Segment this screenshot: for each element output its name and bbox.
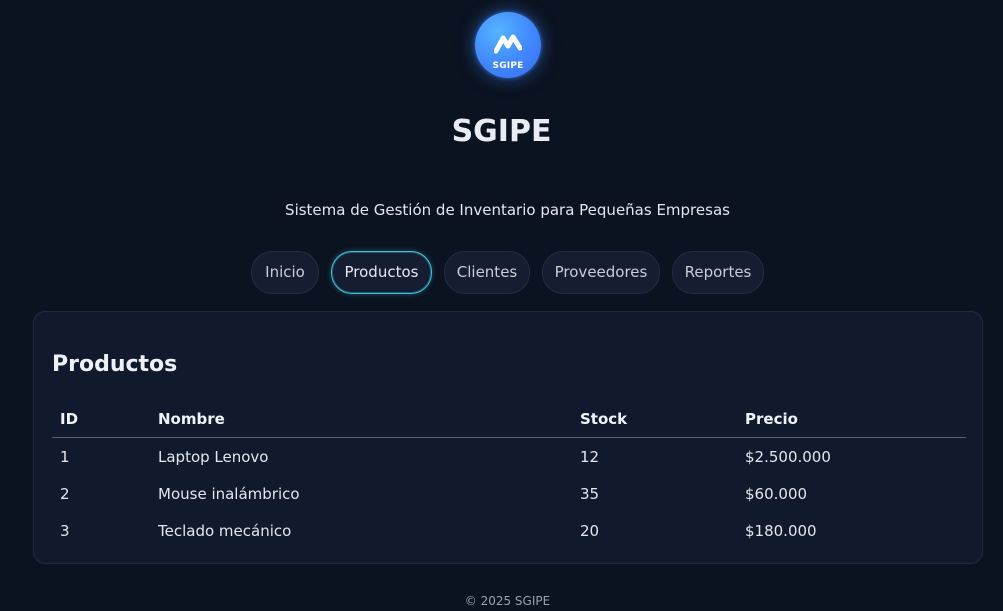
table-header-row: ID Nombre Stock Precio xyxy=(52,401,966,438)
cell-stock: 20 xyxy=(580,521,600,540)
logo-wave-icon xyxy=(494,34,522,54)
nav-tab-productos[interactable]: Productos xyxy=(331,251,432,294)
cell-stock: 12 xyxy=(580,447,600,466)
column-header-nombre: Nombre xyxy=(150,401,572,438)
table-row: 1 Laptop Lenovo 12 $2.500.000 xyxy=(52,438,966,476)
column-header-id: ID xyxy=(52,401,150,438)
cell-precio: $60.000 xyxy=(745,484,808,503)
products-table: ID Nombre Stock Precio 1 Laptop Lenovo 1… xyxy=(52,401,966,549)
products-title: Productos xyxy=(52,352,178,377)
main-nav: Inicio Productos Clientes Proveedores Re… xyxy=(0,251,1003,294)
cell-stock: 35 xyxy=(580,484,600,503)
cell-precio: $2.500.000 xyxy=(745,447,831,466)
logo-text: SGIPE xyxy=(492,61,524,71)
table-row: 3 Teclado mecánico 20 $180.000 xyxy=(52,512,966,549)
app-subtitle: Sistema de Gestión de Inventario para Pe… xyxy=(285,201,730,219)
cell-nombre: Laptop Lenovo xyxy=(158,447,269,466)
app-title: SGIPE xyxy=(451,114,552,149)
cell-id: 1 xyxy=(60,447,70,466)
app-logo: SGIPE xyxy=(475,12,541,78)
nav-tab-inicio[interactable]: Inicio xyxy=(251,251,319,294)
cell-id: 3 xyxy=(60,521,70,540)
page-footer: © 2025 SGIPE xyxy=(464,594,551,608)
cell-nombre: Mouse inalámbrico xyxy=(158,484,300,503)
nav-tab-proveedores[interactable]: Proveedores xyxy=(542,251,660,294)
cell-precio: $180.000 xyxy=(745,521,817,540)
nav-tab-reportes[interactable]: Reportes xyxy=(672,251,764,294)
products-card: Productos ID Nombre Stock Precio 1 Lapto… xyxy=(33,311,983,564)
column-header-stock: Stock xyxy=(572,401,737,438)
nav-tab-clientes[interactable]: Clientes xyxy=(444,251,530,294)
column-header-precio: Precio xyxy=(737,401,966,438)
cell-id: 2 xyxy=(60,484,70,503)
page: SGIPE SGIPE Sistema de Gestión de Invent… xyxy=(0,0,1003,611)
table-row: 2 Mouse inalámbrico 35 $60.000 xyxy=(52,475,966,512)
cell-nombre: Teclado mecánico xyxy=(158,521,292,540)
